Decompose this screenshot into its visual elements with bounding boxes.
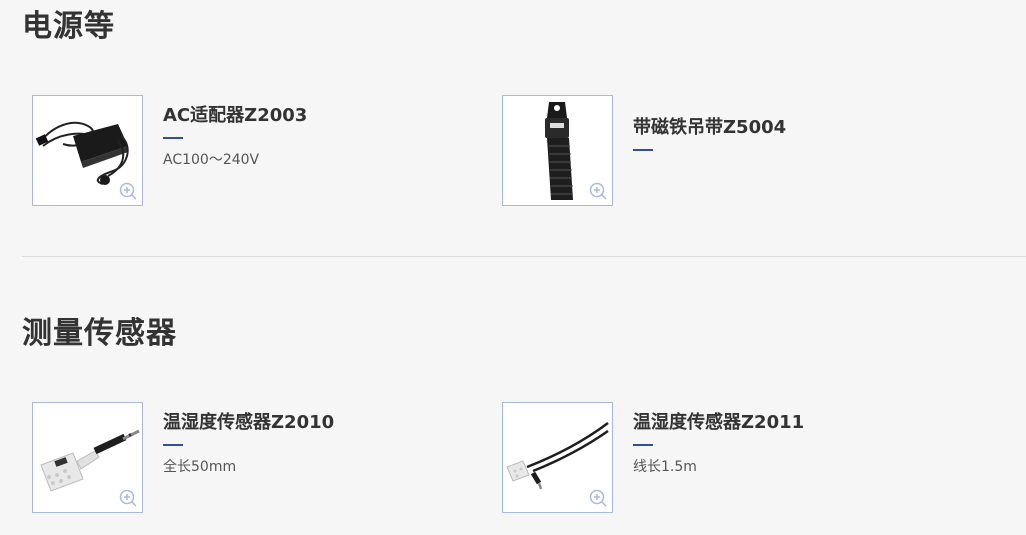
zoom-in-icon[interactable] — [589, 182, 607, 200]
product-thumbnail[interactable] — [32, 402, 143, 513]
product-thumbnail[interactable] — [502, 95, 613, 206]
zoom-in-icon[interactable] — [589, 489, 607, 507]
product-thumbnail[interactable] — [502, 402, 613, 513]
product-spec: 线长1.5m — [633, 459, 697, 475]
zoom-in-icon[interactable] — [119, 489, 137, 507]
product-name[interactable]: 温湿度传感器Z2011 — [633, 414, 804, 432]
product-card-ac-adapter[interactable]: AC适配器Z2003 AC100～240V — [32, 95, 492, 207]
title-underline — [163, 444, 183, 446]
product-name[interactable]: 带磁铁吊带Z5004 — [633, 119, 786, 137]
section-title-sensors: 测量传感器 — [22, 316, 177, 351]
product-name[interactable]: AC适配器Z2003 — [163, 107, 307, 125]
section-title-power: 电源等 — [22, 9, 115, 44]
zoom-in-icon[interactable] — [119, 182, 137, 200]
section-divider — [22, 256, 1026, 257]
title-underline — [163, 137, 183, 139]
title-underline — [633, 149, 653, 151]
product-thumbnail[interactable] — [32, 95, 143, 206]
title-underline — [633, 444, 653, 446]
product-spec: 全长50mm — [163, 459, 237, 475]
product-card-magnetic-strap[interactable]: 带磁铁吊带Z5004 — [502, 95, 962, 207]
product-card-z2011[interactable]: 温湿度传感器Z2011 线长1.5m — [502, 402, 962, 514]
product-name[interactable]: 温湿度传感器Z2010 — [163, 414, 334, 432]
product-spec: AC100～240V — [163, 152, 260, 168]
product-card-z2010[interactable]: 温湿度传感器Z2010 全长50mm — [32, 402, 492, 514]
